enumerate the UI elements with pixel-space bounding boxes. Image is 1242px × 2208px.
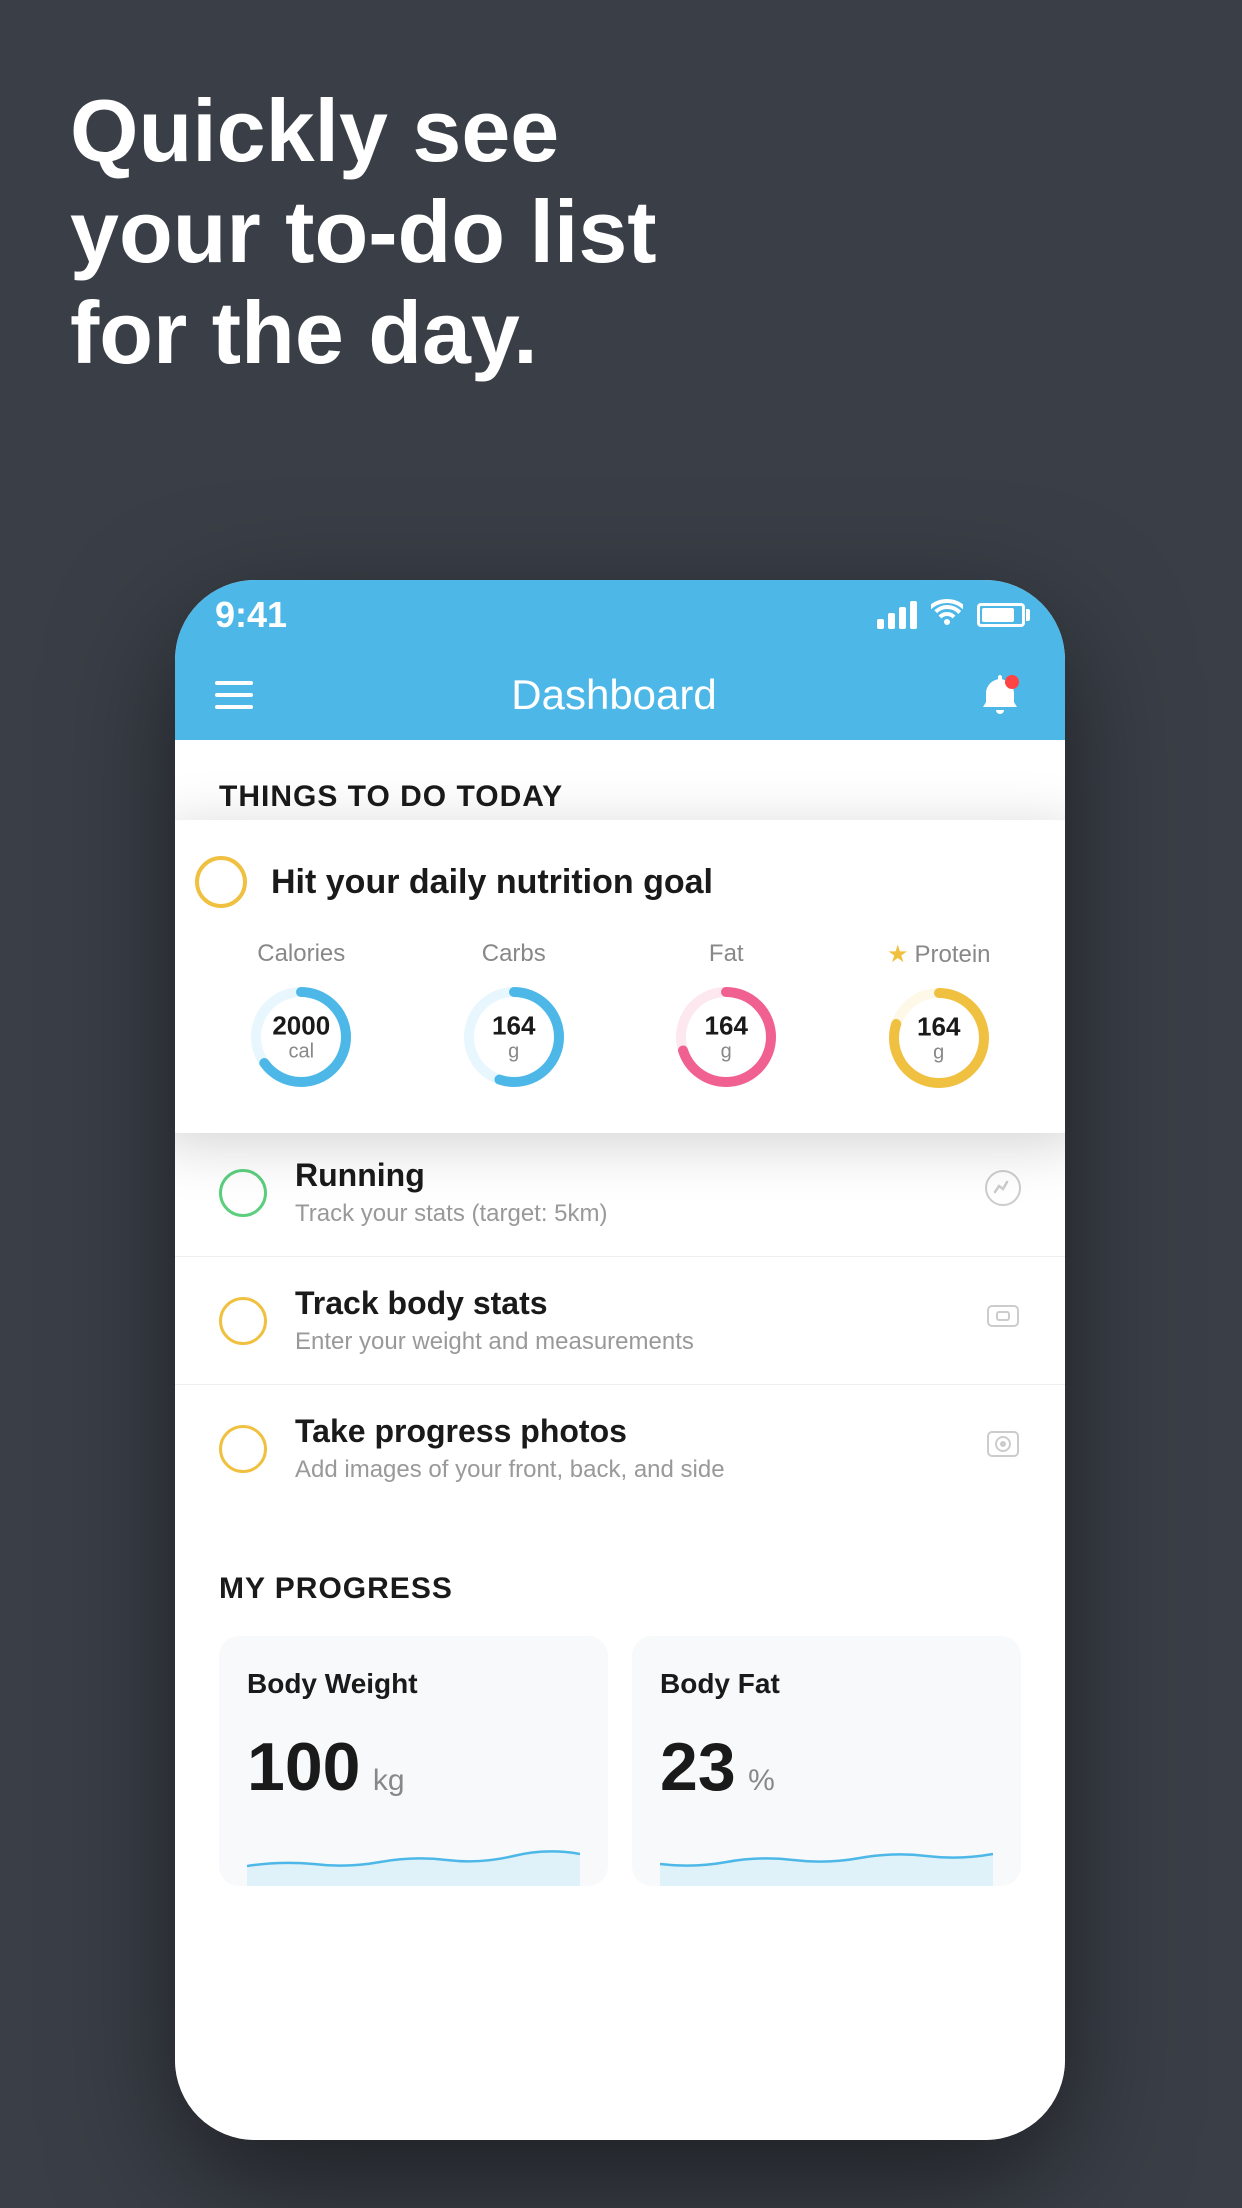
body-weight-title: Body Weight bbox=[247, 1668, 580, 1700]
body-fat-card: Body Fat 23 % bbox=[632, 1636, 1021, 1886]
wifi-icon bbox=[931, 599, 963, 632]
todo-circle-photos bbox=[219, 1425, 267, 1473]
running-icon bbox=[985, 1170, 1021, 1215]
nutrition-check-circle[interactable] bbox=[195, 856, 247, 908]
todo-item-photos[interactable]: Take progress photos Add images of your … bbox=[175, 1384, 1065, 1512]
macro-carbs-label: Carbs bbox=[482, 940, 546, 968]
progress-cards: Body Weight 100 kg Body Fat bbox=[219, 1636, 1021, 1886]
phone-mockup: 9:41 Dashboard bbox=[175, 580, 1065, 2140]
menu-button[interactable] bbox=[215, 681, 253, 709]
headline-line1: Quickly see bbox=[70, 80, 657, 181]
body-fat-value: 23 % bbox=[660, 1728, 993, 1806]
signal-icon bbox=[877, 601, 917, 629]
battery-icon bbox=[977, 603, 1025, 627]
headline: Quickly see your to-do list for the day. bbox=[70, 80, 657, 384]
app-header: Dashboard bbox=[175, 650, 1065, 740]
nutrition-card-title: Hit your daily nutrition goal bbox=[271, 863, 713, 902]
fat-ring: 164 g bbox=[671, 982, 781, 1092]
todo-text-running: Running Track your stats (target: 5km) bbox=[295, 1157, 957, 1228]
body-fat-title: Body Fat bbox=[660, 1668, 993, 1700]
body-weight-unit: kg bbox=[373, 1764, 405, 1797]
scale-icon bbox=[985, 1298, 1021, 1343]
todo-circle-body-stats bbox=[219, 1297, 267, 1345]
body-fat-number: 23 bbox=[660, 1729, 736, 1805]
macro-circles: Calories 2000 cal bbox=[195, 940, 1045, 1093]
todo-circle-running bbox=[219, 1169, 267, 1217]
macro-carbs: Carbs 164 g bbox=[459, 940, 569, 1092]
macro-protein: ★ Protein 164 g bbox=[884, 940, 994, 1093]
status-time: 9:41 bbox=[215, 594, 287, 636]
body-weight-number: 100 bbox=[247, 1729, 360, 1805]
todo-item-running[interactable]: Running Track your stats (target: 5km) bbox=[175, 1128, 1065, 1256]
header-title: Dashboard bbox=[511, 671, 716, 719]
photo-icon bbox=[985, 1426, 1021, 1471]
star-icon: ★ bbox=[887, 940, 909, 969]
macro-fat-label: Fat bbox=[709, 940, 744, 968]
macro-calories-label: Calories bbox=[257, 940, 345, 968]
macro-fat: Fat 164 g bbox=[671, 940, 781, 1092]
todo-text-body-stats: Track body stats Enter your weight and m… bbox=[295, 1285, 957, 1356]
app-content: THINGS TO DO TODAY Hit your daily nutrit… bbox=[175, 740, 1065, 2140]
body-fat-chart bbox=[660, 1826, 993, 1886]
todo-text-photos: Take progress photos Add images of your … bbox=[295, 1413, 957, 1484]
macro-protein-label: ★ Protein bbox=[887, 940, 991, 969]
progress-section: MY PROGRESS Body Weight 100 kg bbox=[175, 1532, 1065, 1886]
nutrition-card-header: Hit your daily nutrition goal bbox=[195, 856, 1045, 908]
body-weight-card: Body Weight 100 kg bbox=[219, 1636, 608, 1886]
status-icons bbox=[877, 599, 1025, 632]
todo-list: Running Track your stats (target: 5km) T… bbox=[175, 1128, 1065, 1512]
status-bar: 9:41 bbox=[175, 580, 1065, 650]
body-weight-chart bbox=[247, 1826, 580, 1886]
notification-button[interactable] bbox=[975, 670, 1025, 720]
calories-ring: 2000 cal bbox=[246, 982, 356, 1092]
headline-line2: your to-do list bbox=[70, 181, 657, 282]
carbs-ring: 164 g bbox=[459, 982, 569, 1092]
body-weight-value: 100 kg bbox=[247, 1728, 580, 1806]
progress-section-title: MY PROGRESS bbox=[219, 1572, 1021, 1606]
todo-item-body-stats[interactable]: Track body stats Enter your weight and m… bbox=[175, 1256, 1065, 1384]
macro-calories: Calories 2000 cal bbox=[246, 940, 356, 1092]
protein-ring: 164 g bbox=[884, 983, 994, 1093]
body-fat-unit: % bbox=[748, 1764, 775, 1797]
headline-line3: for the day. bbox=[70, 282, 657, 383]
nutrition-card: Hit your daily nutrition goal Calories 2 bbox=[175, 820, 1065, 1133]
